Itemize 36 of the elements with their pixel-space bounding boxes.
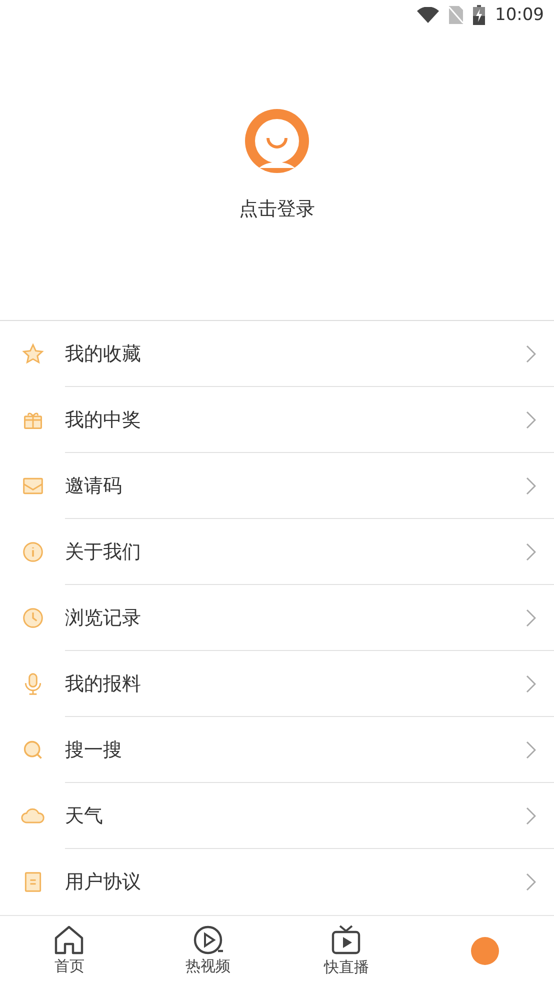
tab[interactable]: 热视频 (138, 916, 277, 986)
star-icon (22, 342, 44, 365)
search-icon (22, 738, 44, 761)
menu-item[interactable]: 我的收藏 (0, 320, 554, 387)
menu-item[interactable]: 搜一搜 (0, 716, 554, 783)
menu-item[interactable]: 邀请码 (0, 452, 554, 519)
no-sim-icon (449, 6, 463, 24)
home-icon (53, 925, 86, 956)
play-circle-icon (192, 925, 224, 956)
menu-item[interactable]: 浏览记录 (0, 584, 554, 651)
document-icon (22, 870, 42, 893)
battery-charging-icon (473, 5, 485, 26)
chevron-right-icon (526, 542, 536, 561)
menu-item[interactable]: 天气 (0, 782, 554, 849)
chevron-right-icon (526, 806, 536, 825)
login-link[interactable]: 点击登录 (239, 196, 315, 222)
tv-icon (330, 924, 362, 956)
menu-item[interactable]: 我的中奖 (0, 386, 554, 453)
chevron-right-icon (526, 344, 536, 363)
tab[interactable]: 快直播 (277, 916, 416, 986)
menu-item[interactable]: 关于我们 (0, 518, 554, 585)
info-icon (22, 540, 44, 563)
clock-time: 10:09 (495, 5, 544, 26)
chevron-right-icon (526, 674, 536, 693)
chevron-right-icon (526, 740, 536, 759)
wifi-icon (417, 7, 439, 24)
tab[interactable]: 首页 (0, 916, 138, 986)
chevron-right-icon (526, 872, 536, 891)
chevron-right-icon (526, 476, 536, 495)
clock-icon (22, 606, 44, 629)
cloud-icon (20, 806, 44, 826)
avatar-icon[interactable] (244, 108, 310, 174)
menu-item[interactable]: 我的报料 (0, 650, 554, 717)
chevron-right-icon (526, 410, 536, 429)
chevron-right-icon (526, 608, 536, 627)
menu-item[interactable]: 用户协议 (0, 848, 554, 915)
